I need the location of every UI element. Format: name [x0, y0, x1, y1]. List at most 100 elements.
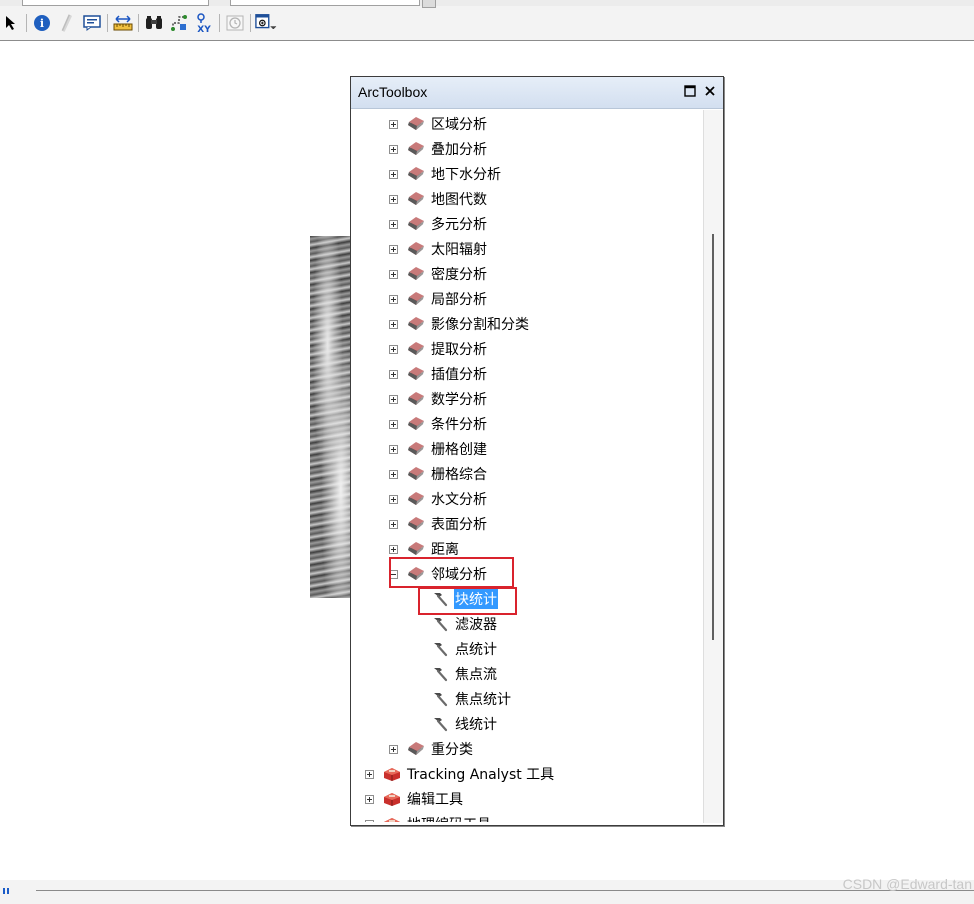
tree-item-label: 焦点流 — [455, 667, 497, 683]
toolset-item[interactable]: 栅格创建 — [389, 437, 488, 461]
tree-item-label: 焦点统计 — [455, 692, 511, 708]
restore-icon[interactable] — [684, 85, 696, 97]
toolset-item[interactable]: 表面分析 — [389, 512, 488, 536]
hyperlink-icon — [61, 14, 72, 32]
toolset-item[interactable]: 多元分析 — [389, 212, 488, 236]
tool-item[interactable]: 点统计 — [430, 637, 498, 661]
time-slider-tool-button[interactable] — [224, 12, 246, 34]
toolset-item[interactable]: 地下水分析 — [389, 162, 502, 186]
toolset-item[interactable]: 局部分析 — [389, 287, 488, 311]
html-popup-tool-button[interactable] — [81, 12, 103, 34]
hammer-tool-icon — [430, 615, 454, 633]
tree-item-label: 数学分析 — [431, 392, 487, 408]
expand-plus-icon[interactable] — [389, 119, 398, 129]
toolset-item[interactable]: 提取分析 — [389, 337, 488, 361]
hyperlink-tool-button[interactable] — [56, 12, 78, 34]
expand-plus-icon[interactable] — [389, 444, 398, 454]
toolset-icon — [406, 141, 430, 157]
tree-item-label: 水文分析 — [431, 492, 487, 508]
toolset-item[interactable]: 影像分割和分类 — [389, 312, 530, 336]
expand-plus-icon[interactable] — [389, 469, 398, 479]
toolset-icon — [406, 391, 430, 407]
expand-plus-icon[interactable] — [389, 744, 398, 754]
toolset-item[interactable]: 密度分析 — [389, 262, 488, 286]
measure-tool-button[interactable] — [112, 12, 134, 34]
arctoolbox-window: ArcToolbox 区域分析叠加分析地下水分析地图代数 多元分析 太阳辐射密度分析… — [350, 76, 724, 826]
tree-item-label: 地下水分析 — [431, 167, 501, 183]
expand-plus-icon[interactable] — [389, 144, 398, 154]
tool-item[interactable]: 焦点流 — [430, 662, 498, 686]
find-route-icon — [171, 15, 187, 31]
toolset-item[interactable]: 插值分析 — [389, 362, 488, 386]
toolbar-separator — [250, 14, 251, 32]
expand-plus-icon[interactable] — [389, 219, 398, 229]
tree-item-label: 栅格创建 — [431, 442, 487, 458]
toolset-icon — [406, 341, 430, 357]
tree-item-label: 密度分析 — [431, 267, 487, 283]
toolset-item[interactable]: 重分类 — [389, 737, 474, 761]
toolbox-item[interactable]: 地理编码工具 — [365, 812, 492, 822]
tool-item[interactable]: 焦点统计 — [430, 687, 512, 711]
expand-plus-icon[interactable] — [389, 369, 398, 379]
expand-plus-icon[interactable] — [389, 269, 398, 279]
toolset-item[interactable]: 地图代数 — [389, 187, 488, 211]
go-to-xy-tool-button[interactable]: XY — [193, 12, 215, 34]
identify-tool-button[interactable]: i — [31, 12, 53, 34]
toolset-item[interactable]: 栅格综合 — [389, 462, 488, 486]
expand-plus-icon[interactable] — [389, 169, 398, 179]
expand-plus-icon[interactable] — [389, 519, 398, 529]
toolbox-item[interactable]: 编辑工具 — [365, 787, 464, 811]
watermark-text: CSDN @Edward-tan — [842, 876, 972, 892]
select-arrow-tool-button[interactable] — [0, 12, 22, 34]
toolset-item[interactable]: 叠加分析 — [389, 137, 488, 161]
expand-plus-icon[interactable] — [389, 319, 398, 329]
find-tool-button[interactable] — [143, 12, 165, 34]
vertical-scrollbar[interactable] — [703, 110, 723, 823]
expand-plus-icon[interactable] — [389, 294, 398, 304]
tool-item[interactable]: 滤波器 — [430, 612, 498, 636]
expand-plus-icon[interactable] — [389, 244, 398, 254]
dropdown-arrow-button[interactable] — [422, 0, 436, 8]
magnifier-window-icon — [255, 14, 277, 29]
scrollbar-thumb[interactable] — [712, 234, 714, 640]
tree-item-label: 地理编码工具 — [406, 814, 492, 822]
tree-item-label: 编辑工具 — [407, 792, 463, 808]
toolset-icon — [406, 241, 430, 257]
expand-plus-icon[interactable] — [389, 419, 398, 429]
toolbox-icon — [382, 816, 406, 822]
toolset-icon — [406, 191, 430, 207]
find-route-tool-button[interactable] — [168, 12, 190, 34]
arctoolbox-title: ArcToolbox — [358, 84, 428, 100]
expand-plus-icon[interactable] — [389, 344, 398, 354]
expand-plus-icon[interactable] — [365, 769, 374, 779]
expand-plus-icon[interactable] — [389, 544, 398, 554]
close-icon[interactable] — [704, 85, 716, 97]
toolbox-item[interactable]: Tracking Analyst 工具 — [365, 762, 555, 786]
toolset-item[interactable]: 区域分析 — [389, 112, 488, 136]
tree-item-label: 区域分析 — [431, 117, 487, 133]
magnifier-window-tool-button[interactable] — [255, 12, 277, 34]
expand-plus-icon[interactable] — [365, 819, 374, 822]
expand-plus-icon[interactable] — [365, 794, 374, 804]
tools-row: i XY — [0, 12, 280, 34]
toolset-item[interactable]: 太阳辐射 — [389, 237, 488, 261]
expand-plus-icon[interactable] — [389, 494, 398, 504]
highlight-block-statistics-tool — [418, 587, 517, 615]
toolset-icon — [406, 166, 430, 182]
find-icon — [146, 16, 162, 29]
toolbar-separator — [138, 14, 139, 32]
identify-icon: i — [34, 15, 50, 31]
layer-dropdown[interactable] — [22, 0, 209, 6]
tree-item-label: 提取分析 — [431, 342, 487, 358]
scale-dropdown[interactable] — [230, 0, 420, 6]
toolbox-icon — [382, 766, 406, 782]
toolbar-separator — [107, 14, 108, 32]
expand-plus-icon[interactable] — [389, 394, 398, 404]
toolset-item[interactable]: 数学分析 — [389, 387, 488, 411]
expand-plus-icon[interactable] — [389, 194, 398, 204]
arctoolbox-title-bar[interactable]: ArcToolbox — [351, 77, 723, 109]
dem-raster-image — [310, 236, 354, 598]
tool-item[interactable]: 线统计 — [430, 712, 498, 736]
toolset-item[interactable]: 水文分析 — [389, 487, 488, 511]
toolset-item[interactable]: 条件分析 — [389, 412, 488, 436]
